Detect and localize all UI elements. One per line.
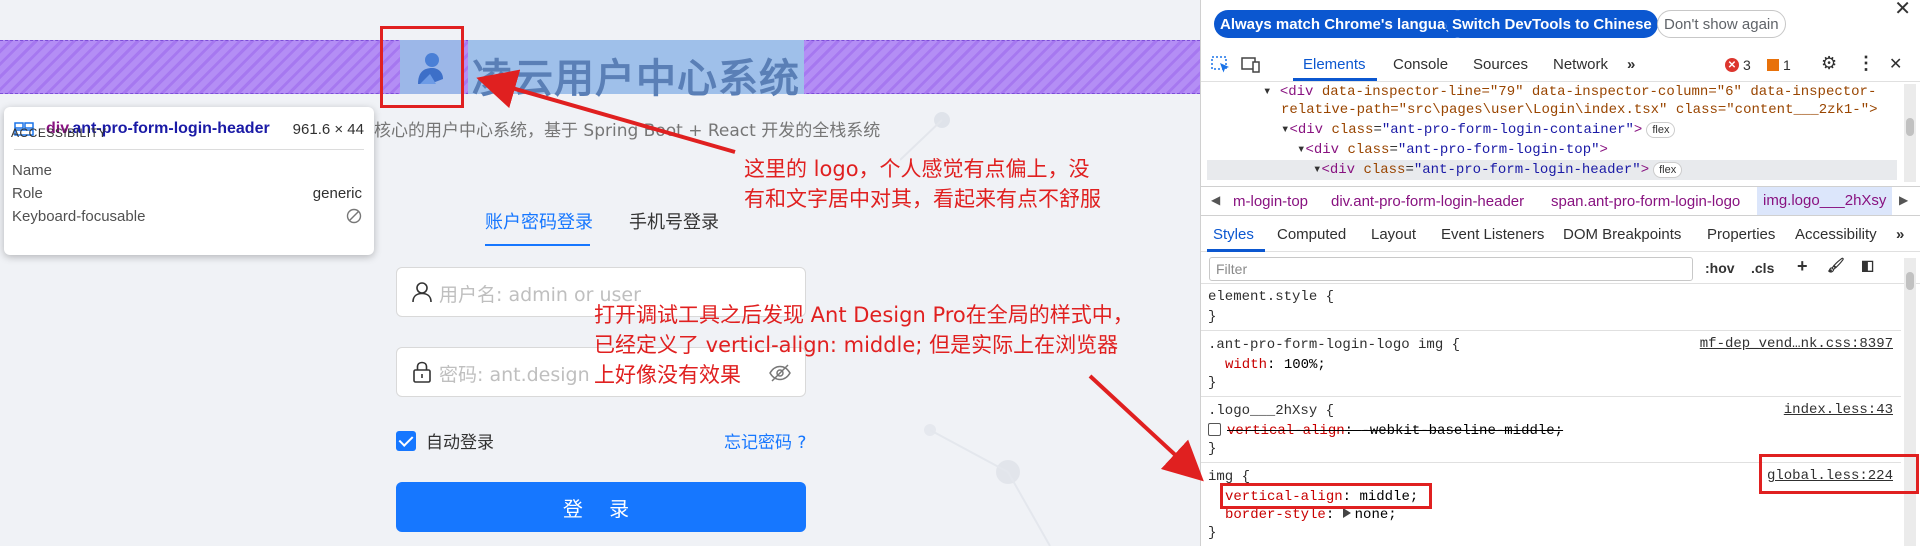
tab-phone[interactable]: 手机号登录: [629, 208, 719, 234]
styles-scrollbar[interactable]: [1904, 258, 1916, 546]
devtools-toolbar: Elements Console Sources Network » ✕ 3 1 …: [1201, 48, 1920, 82]
tooltip-divider: [14, 149, 364, 150]
breadcrumb-item[interactable]: m-login-top: [1233, 193, 1308, 210]
styles-subtabs: Styles Computed Layout Event Listeners D…: [1201, 218, 1920, 252]
rule-element-style[interactable]: element.style {: [1208, 288, 1334, 306]
switch-to-chinese-button[interactable]: Switch DevTools to Chinese: [1446, 10, 1658, 38]
more-options-icon[interactable]: ⋮: [1857, 53, 1875, 74]
breadcrumb: ◀ m-login-top div.ant-pro-form-login-hea…: [1201, 186, 1920, 216]
styles-filter-input[interactable]: Filter: [1209, 257, 1693, 281]
dom-node-selected[interactable]: ▾<div class="ant-pro-form-login-header">…: [1207, 160, 1897, 180]
paint-brush-icon[interactable]: 🖌: [1827, 257, 1845, 274]
rule-source-link[interactable]: index.less:43: [1784, 402, 1893, 418]
page-subtitle: 核心的用户中心系统，基于 Spring Boot + React 开发的全栈系统: [374, 121, 881, 141]
login-button[interactable]: 登 录: [396, 482, 806, 532]
hover-state-toggle[interactable]: :hov: [1705, 260, 1735, 276]
not-allowed-icon: [346, 208, 362, 224]
breadcrumb-left-arrow[interactable]: ◀: [1211, 193, 1220, 207]
more-tabs-icon[interactable]: »: [1627, 56, 1635, 73]
dom-node-continued: relative-path="src\pages\user\Login\inde…: [1281, 102, 1878, 118]
tab-properties[interactable]: Properties: [1707, 226, 1775, 243]
annotation-box-vertical-align: [1220, 483, 1432, 509]
close-icon[interactable]: ✕: [1894, 0, 1911, 21]
devtools-panel: Always match Chrome's language Switch De…: [1200, 0, 1920, 546]
more-subtabs-icon[interactable]: »: [1896, 226, 1904, 243]
active-tab-indicator: [485, 244, 590, 246]
rule-declaration-overridden[interactable]: vertical-align: -webkit-baseline-middle;: [1208, 422, 1563, 440]
dom-tree: ▾ <div data-inspector-line="79" data-ins…: [1201, 82, 1901, 182]
breadcrumb-right-arrow[interactable]: ▶: [1899, 193, 1908, 207]
tooltip-section-title: ACCESSIBILITY: [11, 126, 107, 140]
tab-network[interactable]: Network: [1553, 56, 1608, 73]
remember-me[interactable]: 自动登录: [396, 428, 494, 453]
match-chrome-language-button[interactable]: Always match Chrome's language: [1214, 10, 1469, 38]
close-devtools-icon[interactable]: ✕: [1889, 54, 1902, 74]
active-tab-indicator: [1293, 78, 1377, 81]
dont-show-again-button[interactable]: Don't show again: [1657, 10, 1786, 38]
new-rule-icon[interactable]: +: [1797, 256, 1808, 277]
dom-node[interactable]: ▾<div class="ant-pro-form-login-containe…: [1281, 120, 1676, 140]
breadcrumb-item-selected[interactable]: img.logo___2hXsy: [1757, 187, 1893, 215]
breadcrumb-item[interactable]: div.ant-pro-form-login-header: [1331, 193, 1524, 210]
tab-accessibility[interactable]: Accessibility: [1795, 226, 1877, 243]
lock-icon: [413, 361, 431, 383]
dom-node[interactable]: ▾<div class="ant-pro-form-login-top">: [1297, 140, 1608, 160]
remember-label: 自动登录: [426, 433, 494, 453]
page-title: 凌云用户中心系统: [472, 56, 800, 102]
flex-badge[interactable]: flex: [1646, 122, 1676, 138]
tab-console[interactable]: Console: [1393, 56, 1448, 73]
user-icon: [412, 282, 432, 303]
tooltip-row-focusable: Keyboard-focusable: [12, 208, 362, 225]
tab-dom-breakpoints[interactable]: DOM Breakpoints: [1563, 226, 1681, 243]
settings-gear-icon[interactable]: ⚙: [1821, 53, 1837, 74]
annotation-note-logo: 这里的 logo，个人感觉有点偏上，没 有和文字居中对其，看起来有点不舒服: [744, 157, 1101, 211]
rule-close: }: [1208, 441, 1217, 457]
rule-close: }: [1208, 309, 1217, 325]
tab-styles[interactable]: Styles: [1213, 226, 1254, 243]
tooltip-row-name: Name: [12, 162, 53, 179]
tab-layout[interactable]: Layout: [1371, 226, 1416, 243]
annotation-note-vertical-align: 打开调试工具之后发现 Ant Design Pro在全局的样式中， 已经定义了 …: [594, 303, 1134, 387]
login-page: 凌云用户中心系统 核心的用户中心系统，基于 Spring Boot + Reac…: [0, 0, 1200, 546]
tab-computed[interactable]: Computed: [1277, 226, 1346, 243]
inspect-tooltip: div.ant-pro-form-login-header 961.6 × 44…: [4, 107, 374, 255]
error-count[interactable]: ✕ 3: [1725, 57, 1751, 73]
annotation-box-logo: [380, 26, 464, 108]
tab-elements[interactable]: Elements: [1303, 56, 1366, 73]
rule-selector[interactable]: .ant-pro-form-login-logo img {: [1208, 336, 1460, 354]
remember-checkbox[interactable]: [396, 430, 416, 451]
declaration-checkbox[interactable]: [1208, 423, 1221, 436]
tab-account-password[interactable]: 账户密码登录: [485, 208, 593, 234]
language-infobar: Always match Chrome's language Switch De…: [1201, 0, 1920, 46]
breadcrumb-item[interactable]: span.ant-pro-form-login-logo: [1551, 193, 1740, 210]
rule-close: }: [1208, 525, 1217, 541]
expand-triangle-icon[interactable]: [1342, 508, 1351, 518]
rule-close: }: [1208, 375, 1217, 391]
device-toolbar-icon[interactable]: [1241, 56, 1261, 74]
password-placeholder: 密码: ant.design: [439, 364, 590, 386]
tooltip-row-role: Role generic: [12, 185, 362, 202]
rule-source-link[interactable]: mf-dep_vend…nk.css:8397: [1700, 336, 1893, 352]
toggle-sidebar-icon[interactable]: ◧: [1861, 257, 1874, 274]
class-toggle[interactable]: .cls: [1751, 260, 1774, 276]
rule-declaration[interactable]: width: 100%;: [1225, 356, 1326, 374]
dom-scrollbar[interactable]: [1904, 84, 1916, 182]
warning-count[interactable]: 1: [1767, 57, 1791, 73]
dom-node[interactable]: ▾ <div data-inspector-line="79" data-ins…: [1263, 82, 1876, 102]
flex-badge[interactable]: flex: [1653, 162, 1683, 178]
tab-event-listeners[interactable]: Event Listeners: [1441, 226, 1544, 243]
active-subtab-indicator: [1207, 249, 1265, 252]
forgot-password-link[interactable]: 忘记密码 ?: [724, 428, 806, 453]
styles-filter-bar: Filter :hov .cls + 🖌 ◧: [1201, 254, 1920, 284]
annotation-box-global-less: [1759, 454, 1919, 494]
rule-selector[interactable]: .logo___2hXsy {: [1208, 402, 1334, 420]
tab-sources[interactable]: Sources: [1473, 56, 1528, 73]
inspect-element-icon[interactable]: [1211, 56, 1231, 74]
